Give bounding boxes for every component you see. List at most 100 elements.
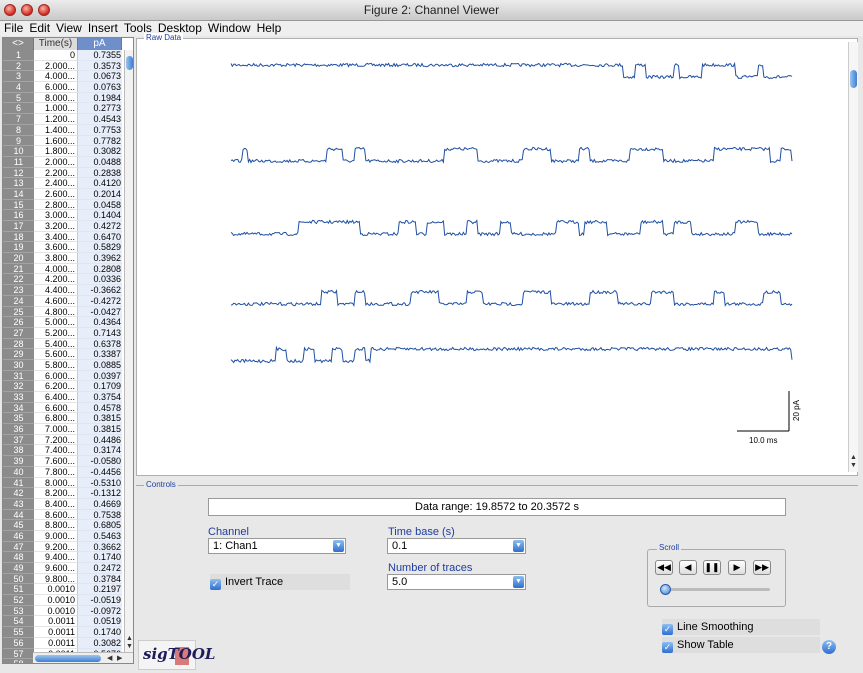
row-number[interactable]: 46 — [3, 530, 34, 542]
pa-cell[interactable]: 0.4486 — [78, 434, 122, 446]
row-number[interactable]: 43 — [3, 498, 34, 510]
row-number[interactable]: 51 — [3, 584, 34, 596]
time-cell[interactable]: 8.000... — [34, 477, 78, 489]
pa-cell[interactable]: 0.0519 — [78, 616, 122, 628]
time-cell[interactable]: 0.0011 — [34, 637, 78, 649]
table-row[interactable]: 34 6.600... 0.4578 — [3, 402, 133, 414]
table-row[interactable]: 8 1.400... 0.7753 — [3, 124, 133, 136]
row-number[interactable]: 48 — [3, 552, 34, 563]
row-number[interactable]: 35 — [3, 413, 34, 425]
line-smoothing-checkbox[interactable]: ✓ Line Smoothing — [662, 619, 820, 635]
pa-cell[interactable]: 0.4669 — [78, 498, 122, 510]
raw-scroll-up-arrow-icon[interactable]: ▲ — [850, 454, 857, 461]
menu-file[interactable]: File — [0, 21, 26, 36]
row-number[interactable]: 39 — [3, 456, 34, 467]
pa-cell[interactable]: 0.3815 — [78, 424, 122, 435]
row-number[interactable]: 17 — [3, 221, 34, 232]
table-row[interactable]: 40 7.800... -0.4456 — [3, 466, 133, 478]
row-number[interactable]: 23 — [3, 285, 34, 296]
pa-cell[interactable]: 0.3387 — [78, 349, 122, 360]
pa-cell[interactable]: 0.4272 — [78, 221, 122, 232]
row-number[interactable]: 1 — [3, 50, 34, 61]
table-row[interactable]: 24 4.600... -0.4272 — [3, 295, 133, 307]
pa-cell[interactable]: 0.3174 — [78, 445, 122, 457]
pa-cell[interactable]: 0.3962 — [78, 253, 122, 264]
pa-cell[interactable]: 0.0488 — [78, 156, 122, 168]
table-row[interactable]: 1 0 0.7355 — [3, 50, 133, 61]
pa-cell[interactable]: 0.1984 — [78, 92, 122, 104]
table-row[interactable]: 5 8.000... 0.1984 — [3, 92, 133, 104]
table-horizontal-scrollbar[interactable]: ◀ ▶ — [33, 652, 133, 663]
time-cell[interactable]: 0.0011 — [34, 627, 78, 638]
time-cell[interactable]: 1.600... — [34, 135, 78, 147]
table-row[interactable]: 26 5.000... 0.4364 — [3, 317, 133, 328]
time-cell[interactable]: 7.200... — [34, 434, 78, 446]
time-cell[interactable]: 2.200... — [34, 167, 78, 179]
time-cell[interactable]: 4.000... — [34, 71, 78, 83]
time-cell[interactable]: 2.000... — [34, 156, 78, 168]
table-row[interactable]: 56 0.0011 0.3082 — [3, 637, 133, 649]
time-cell[interactable]: 6.000... — [34, 82, 78, 93]
pa-cell[interactable]: -0.5310 — [78, 477, 122, 489]
pa-cell[interactable]: 0.2014 — [78, 188, 122, 200]
pa-cell[interactable]: 0.3662 — [78, 541, 122, 553]
table-row[interactable]: 32 6.200... 0.1709 — [3, 381, 133, 392]
table-row[interactable]: 53 0.0010 -0.0972 — [3, 605, 133, 617]
table-row[interactable]: 50 9.800... 0.3784 — [3, 573, 133, 585]
pa-cell[interactable]: 0.2197 — [78, 584, 122, 596]
row-number[interactable]: 21 — [3, 263, 34, 275]
pa-cell[interactable]: 0.4578 — [78, 402, 122, 414]
pa-cell[interactable]: 0.1740 — [78, 627, 122, 638]
time-cell[interactable]: 4.400... — [34, 285, 78, 296]
row-number[interactable]: 28 — [3, 338, 34, 350]
column-header-pa[interactable]: pA — [78, 38, 122, 50]
time-cell[interactable]: 8.600... — [34, 509, 78, 521]
time-cell[interactable]: 8.200... — [34, 488, 78, 499]
menu-edit[interactable]: Edit — [26, 21, 53, 36]
time-cell[interactable]: 7.800... — [34, 466, 78, 478]
pa-cell[interactable]: 0.3082 — [78, 146, 122, 157]
time-cell[interactable]: 8.800... — [34, 520, 78, 531]
time-cell[interactable]: 9.200... — [34, 541, 78, 553]
row-number[interactable]: 4 — [3, 82, 34, 93]
raw-scroll-down-arrow-icon[interactable]: ▼ — [850, 462, 857, 469]
scroll-down-arrow-icon[interactable]: ▼ — [126, 643, 133, 650]
pa-cell[interactable]: 0.7753 — [78, 124, 122, 136]
row-number[interactable]: 42 — [3, 488, 34, 499]
chevron-down-icon[interactable]: ▼ — [513, 576, 524, 588]
row-number[interactable]: 41 — [3, 477, 34, 489]
pa-cell[interactable]: 0.2472 — [78, 563, 122, 574]
time-cell[interactable]: 3.800... — [34, 253, 78, 264]
row-number[interactable]: 40 — [3, 466, 34, 478]
table-row[interactable]: 22 4.200... 0.0336 — [3, 274, 133, 286]
time-cell[interactable]: 5.200... — [34, 327, 78, 339]
pa-cell[interactable]: -0.4456 — [78, 466, 122, 478]
row-number[interactable]: 2 — [3, 60, 34, 72]
table-row[interactable]: 47 9.200... 0.3662 — [3, 541, 133, 553]
pa-cell[interactable]: 0.3784 — [78, 573, 122, 585]
column-header-time[interactable]: Time(s) — [34, 38, 78, 50]
time-cell[interactable]: 0.0010 — [34, 584, 78, 596]
row-number[interactable]: 9 — [3, 135, 34, 147]
time-cell[interactable]: 5.800... — [34, 359, 78, 371]
pa-cell[interactable]: 0.0763 — [78, 82, 122, 93]
row-number[interactable]: 55 — [3, 627, 34, 638]
time-cell[interactable]: 4.000... — [34, 263, 78, 275]
table-row[interactable]: 17 3.200... 0.4272 — [3, 221, 133, 232]
table-row[interactable]: 4 6.000... 0.0763 — [3, 82, 133, 93]
checkmark-icon[interactable]: ✓ — [662, 624, 673, 635]
time-cell[interactable]: 9.800... — [34, 573, 78, 585]
pa-cell[interactable]: 0.7143 — [78, 327, 122, 339]
invert-trace-checkbox[interactable]: ✓ Invert Trace — [210, 574, 350, 590]
time-cell[interactable]: 9.600... — [34, 563, 78, 574]
pa-cell[interactable]: 0.3082 — [78, 637, 122, 649]
pa-cell[interactable]: 0.7538 — [78, 509, 122, 521]
scroll-up-arrow-icon[interactable]: ▲ — [126, 635, 133, 642]
row-number[interactable]: 58 — [3, 659, 34, 663]
time-cell[interactable]: 0 — [34, 50, 78, 61]
pa-cell[interactable]: 0.6805 — [78, 520, 122, 531]
row-number[interactable]: 52 — [3, 595, 34, 606]
table-row[interactable]: 6 1.000... 0.2773 — [3, 103, 133, 115]
pa-cell[interactable]: 0.1404 — [78, 210, 122, 221]
menu-window[interactable]: Window — [205, 21, 254, 36]
